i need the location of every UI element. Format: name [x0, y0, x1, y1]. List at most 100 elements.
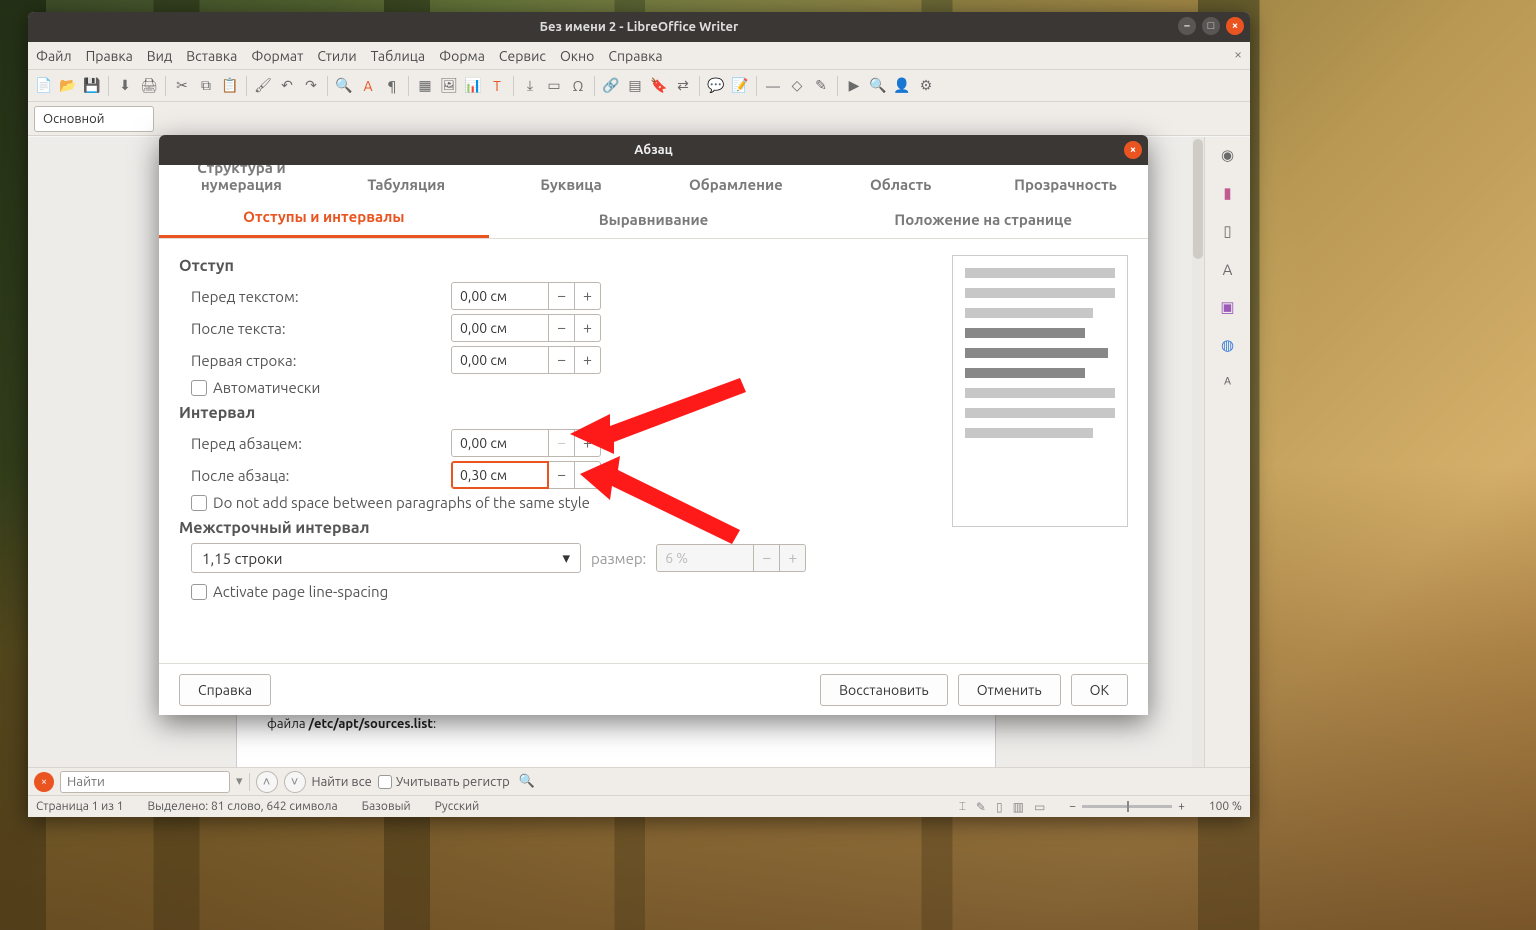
shape-icon[interactable]: ◇ [787, 76, 807, 96]
formatting-marks-icon[interactable]: ¶ [382, 76, 402, 96]
clone-format-icon[interactable]: 🖌 [253, 76, 273, 96]
pagebreak-icon[interactable]: ⤓ [520, 76, 540, 96]
dec-after-para[interactable]: − [549, 461, 575, 489]
find-prev-button[interactable]: ˄ [256, 771, 278, 793]
vertical-scrollbar[interactable] [1192, 137, 1204, 767]
whatsthis-icon[interactable]: 👤 [892, 76, 912, 96]
find-all-button[interactable]: Найти все [312, 775, 372, 789]
reset-button[interactable]: Восстановить [820, 674, 948, 706]
sidebar-page-icon[interactable]: ▯ [1216, 219, 1240, 243]
input-first-line[interactable] [451, 346, 549, 374]
checkbox-no-space-same-style[interactable] [191, 495, 207, 511]
menu-table[interactable]: Таблица [371, 48, 425, 64]
window-close-button[interactable]: × [1226, 17, 1244, 35]
zoom-slider[interactable]: −+ [1069, 800, 1185, 813]
draw-icon[interactable]: ✎ [811, 76, 831, 96]
checkbox-activate-page-ls[interactable] [191, 584, 207, 600]
line-icon[interactable]: — [763, 76, 783, 96]
footnote-icon[interactable]: ▤ [625, 76, 645, 96]
close-findbar-button[interactable]: × [34, 772, 54, 792]
cancel-button[interactable]: Отменить [958, 674, 1061, 706]
menu-help[interactable]: Справка [608, 48, 662, 64]
ok-button[interactable]: ОК [1071, 674, 1128, 706]
menu-tools[interactable]: Сервис [499, 48, 546, 64]
export-pdf-icon[interactable]: ⬇ [115, 76, 135, 96]
checkbox-auto[interactable] [191, 380, 207, 396]
sidebar-styles-icon[interactable]: ▮ [1216, 181, 1240, 205]
open-icon[interactable]: 📂 [58, 76, 78, 96]
tab-alignment[interactable]: Выравнивание [489, 203, 819, 238]
tab-transparency[interactable]: Прозрачность [983, 168, 1148, 201]
inc-before-text[interactable]: + [575, 282, 601, 310]
paragraph-style-select[interactable]: Основной [34, 106, 154, 132]
find-icon[interactable]: 🔍 [334, 76, 354, 96]
undo-icon[interactable]: ↶ [277, 76, 297, 96]
window-maximize-button[interactable]: □ [1202, 17, 1220, 35]
copy-icon[interactable]: ⧉ [196, 76, 216, 96]
save-icon[interactable]: 💾 [82, 76, 102, 96]
help-button[interactable]: Справка [179, 674, 271, 706]
menu-view[interactable]: Вид [147, 48, 172, 64]
spellcheck-icon[interactable]: A [358, 76, 378, 96]
status-insert-mode-icon[interactable]: ⌶ [959, 800, 966, 814]
textbox-icon[interactable]: T [487, 76, 507, 96]
comment-icon[interactable]: 💬 [706, 76, 726, 96]
bookmark-icon[interactable]: 🔖 [649, 76, 669, 96]
status-view-multi-icon[interactable]: ▥ [1013, 800, 1024, 814]
menu-styles[interactable]: Стили [317, 48, 356, 64]
tab-tabs[interactable]: Табуляция [324, 168, 489, 201]
menu-form[interactable]: Форма [439, 48, 485, 64]
input-after-para[interactable] [451, 461, 549, 489]
menu-insert[interactable]: Вставка [186, 48, 237, 64]
hyperlink-icon[interactable]: 🔗 [601, 76, 621, 96]
tab-borders[interactable]: Обрамление [653, 168, 818, 201]
find-input[interactable] [60, 771, 230, 793]
dec-before-text[interactable]: − [549, 282, 575, 310]
dec-after-text[interactable]: − [549, 314, 575, 342]
find-next-button[interactable]: ˅ [284, 771, 306, 793]
dec-first-line[interactable]: − [549, 346, 575, 374]
options-icon[interactable]: ⚙ [916, 76, 936, 96]
menu-window[interactable]: Окно [560, 48, 594, 64]
menu-file[interactable]: Файл [36, 48, 72, 64]
tab-textflow[interactable]: Положение на странице [818, 203, 1148, 238]
inc-first-line[interactable]: + [575, 346, 601, 374]
input-after-text[interactable] [451, 314, 549, 342]
window-minimize-button[interactable]: – [1178, 17, 1196, 35]
find-options-icon[interactable]: 🔍 [516, 771, 538, 793]
cut-icon[interactable]: ✂ [172, 76, 192, 96]
inc-after-text[interactable]: + [575, 314, 601, 342]
input-before-text[interactable] [451, 282, 549, 310]
paste-icon[interactable]: 📋 [220, 76, 240, 96]
chart-icon[interactable]: 📊 [463, 76, 483, 96]
tab-indents[interactable]: Отступы и интервалы [159, 200, 489, 238]
sidebar-manage-icon[interactable]: ◍ [1216, 333, 1240, 357]
macro-icon[interactable]: ▶ [844, 76, 864, 96]
field-icon[interactable]: ▭ [544, 76, 564, 96]
close-document-button[interactable]: × [1234, 46, 1242, 62]
input-before-para[interactable] [451, 429, 549, 457]
new-doc-icon[interactable]: 📄 [34, 76, 54, 96]
match-case-checkbox[interactable] [378, 775, 392, 789]
zoom-icon[interactable]: 🔍 [868, 76, 888, 96]
menu-format[interactable]: Формат [251, 48, 303, 64]
select-line-spacing[interactable]: 1,15 строки ▾ [191, 543, 581, 573]
status-view-book-icon[interactable]: ▭ [1034, 800, 1045, 814]
sidebar-properties-icon[interactable]: ◉ [1216, 143, 1240, 167]
tab-dropcaps[interactable]: Буквица [489, 168, 654, 201]
sidebar-gallery-icon[interactable]: A [1216, 257, 1240, 281]
table-icon[interactable]: ▦ [415, 76, 435, 96]
sidebar-inspector-icon[interactable]: ᴬ [1216, 371, 1240, 395]
tab-area[interactable]: Область [818, 168, 983, 201]
track-changes-icon[interactable]: 📝 [730, 76, 750, 96]
crossref-icon[interactable]: ⇄ [673, 76, 693, 96]
image-icon[interactable]: 🖼 [439, 76, 459, 96]
redo-icon[interactable]: ↷ [301, 76, 321, 96]
status-view-single-icon[interactable]: ▯ [996, 800, 1003, 814]
sidebar-navigator-icon[interactable]: ▣ [1216, 295, 1240, 319]
status-signature-icon[interactable]: ✎ [976, 800, 986, 814]
special-char-icon[interactable]: Ω [568, 76, 588, 96]
menu-edit[interactable]: Правка [86, 48, 133, 64]
dialog-close-button[interactable]: × [1124, 141, 1142, 159]
print-icon[interactable]: 🖨 [139, 76, 159, 96]
